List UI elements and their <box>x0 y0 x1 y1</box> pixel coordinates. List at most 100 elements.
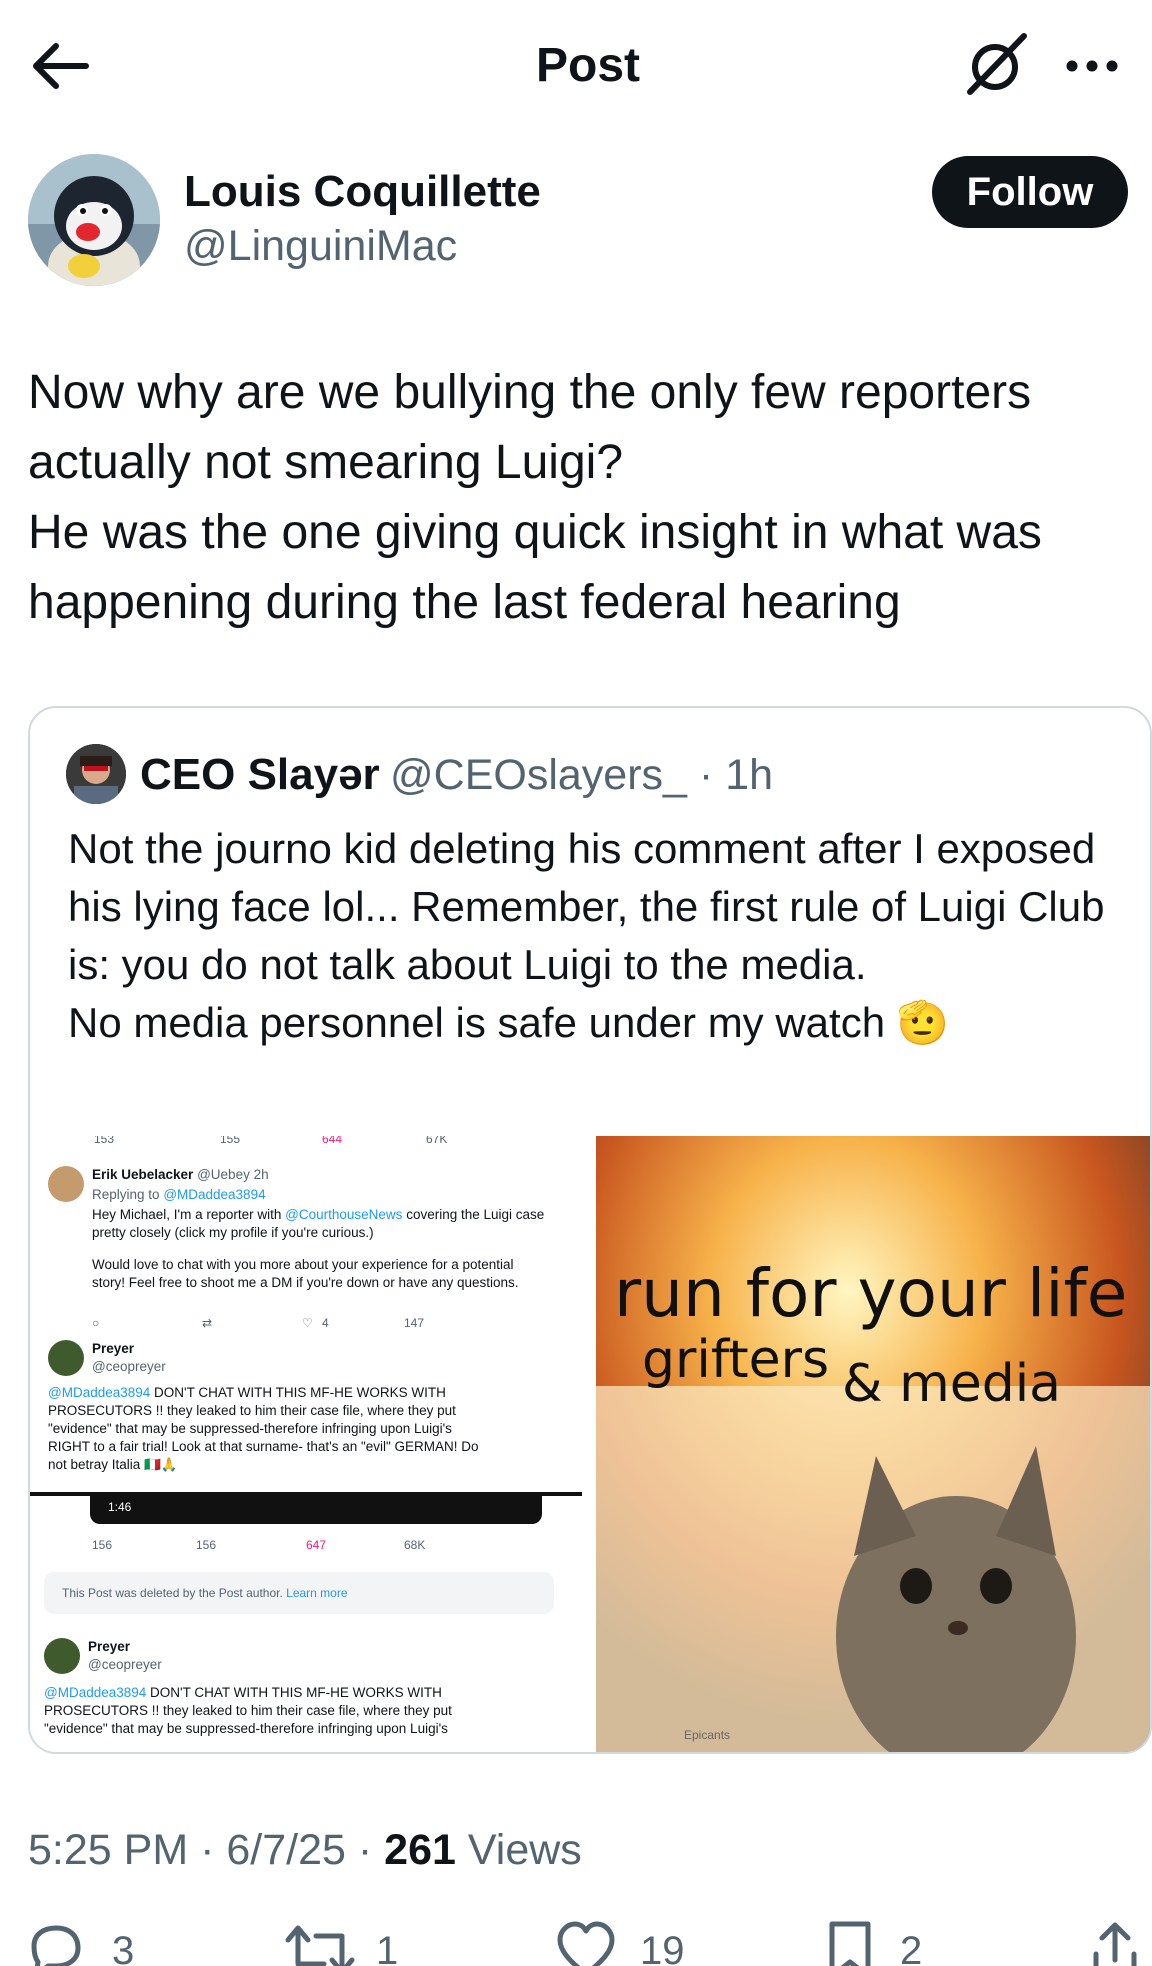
reply-text: Hey Michael, I'm a reporter with <box>92 1207 282 1222</box>
reply-text: PROSECUTORS !! they leaked to him their … <box>48 1403 456 1418</box>
quoted-text-line: No media personnel is safe under my watc… <box>68 999 950 1046</box>
quoted-post-text: Not the journo kid deleting his comment … <box>68 820 1128 1052</box>
heart-icon: ♡ <box>302 1316 313 1330</box>
meme-text: & media <box>842 1354 1062 1414</box>
reply-text: covering the Luigi case <box>406 1207 545 1222</box>
more-horizontal-icon <box>1066 60 1118 72</box>
reply-count: 3 <box>112 1929 135 1966</box>
learn-more-link[interactable]: Learn more <box>286 1586 347 1600</box>
reply-handle: @ceopreyer <box>92 1359 166 1374</box>
like-count: 19 <box>640 1929 685 1966</box>
reply-handle: @Uebey <box>197 1167 250 1182</box>
reply-avatar <box>48 1166 84 1202</box>
post-text: Now why are we bullying the only few rep… <box>28 358 1138 638</box>
author-display-name[interactable]: Louis Coquillette <box>184 166 541 218</box>
post-timestamp[interactable]: 5:25 PM · 6/7/25 · 261 Views <box>28 1822 582 1878</box>
screenshot-reply-2: Preyer @ceopreyer <box>92 1340 582 1376</box>
follow-button[interactable]: Follow <box>932 156 1128 228</box>
stat-views: 147 <box>404 1316 425 1330</box>
reply-avatar <box>48 1340 84 1376</box>
grok-button[interactable] <box>962 30 1032 100</box>
reply-text: story! Feel free to shoot me a DM if you… <box>92 1275 519 1290</box>
repost-icon <box>285 1925 355 1966</box>
more-button[interactable] <box>1062 48 1122 84</box>
repost-count: 1 <box>376 1929 399 1966</box>
post-date: 6/7/25 <box>226 1826 346 1874</box>
reply-name: Erik Uebelacker <box>92 1167 194 1182</box>
post-text-line: Now why are we bullying the only few rep… <box>28 366 1032 489</box>
quoted-avatar-image <box>66 744 126 804</box>
heart-icon <box>557 1921 615 1966</box>
like-button[interactable]: 19 <box>556 1920 696 1966</box>
reply-text: PROSECUTORS !! they leaked to him their … <box>44 1703 452 1718</box>
reply-text: RIGHT to a fair trial! Look at that surn… <box>48 1439 479 1454</box>
penguin-avatar-image <box>28 154 160 286</box>
stat-likes: 644 <box>322 1136 343 1146</box>
reply-name: Preyer <box>92 1341 135 1356</box>
quoted-media[interactable]: 153 155 644 67K Erik Uebelacker @Uebey 2… <box>30 1136 1150 1752</box>
video-player[interactable]: 1:46 <box>90 1496 542 1524</box>
bookmark-icon <box>829 1921 871 1966</box>
reply-avatar <box>44 1638 80 1674</box>
mention-link: @MDaddea3894 <box>48 1385 151 1400</box>
reply-icon: ○ <box>92 1316 100 1330</box>
quoted-author-avatar <box>66 744 126 804</box>
stat-replies: 153 <box>94 1136 115 1146</box>
screenshot-top-stats: 153 155 644 67K <box>30 1136 592 1150</box>
stat-reposts: 155 <box>220 1136 241 1146</box>
reply-button[interactable]: 3 <box>26 1920 166 1966</box>
reply-text: DON'T CHAT WITH THIS MF-HE WORKS WITH <box>154 1385 446 1400</box>
mention-link: @MDaddea3894 <box>44 1685 147 1700</box>
screenshot-reply-2-text: @MDaddea3894 DON'T CHAT WITH THIS MF-HE … <box>48 1384 588 1474</box>
stat-likes: 4 <box>322 1316 329 1330</box>
action-bar: 3 1 19 2 <box>0 1920 1152 1966</box>
reply-1-stats: ○ ⇄ ♡ 4 147 <box>30 1314 592 1334</box>
author-avatar[interactable] <box>28 154 160 286</box>
stat-reposts: 156 <box>196 1538 217 1552</box>
views-label: Views <box>467 1826 582 1874</box>
top-bar: Post <box>0 0 1152 130</box>
bookmark-count: 2 <box>900 1929 923 1966</box>
quoted-author-name: CEO Slayər <box>140 750 380 799</box>
reply-text: pretty closely (click my profile if you'… <box>92 1225 374 1240</box>
deleted-notice-text: This Post was deleted by the Post author… <box>62 1586 283 1600</box>
stat-replies: 156 <box>92 1538 113 1552</box>
reply-text: "evidence" that may be suppressed-theref… <box>48 1421 452 1436</box>
mention-link: @CourthouseNews <box>285 1207 403 1222</box>
screenshot-reply-3: Preyer @ceopreyer <box>88 1638 578 1674</box>
reply-age: 2h <box>253 1167 269 1182</box>
bookmark-button[interactable]: 2 <box>826 1920 966 1966</box>
meme-watermark: Epicants <box>684 1728 731 1742</box>
grok-icon <box>967 33 1027 95</box>
explosion-cat-image <box>596 1136 1150 1752</box>
reply-handle: @ceopreyer <box>88 1657 162 1672</box>
quoted-post-age: 1h <box>725 751 774 799</box>
video-timestamp: 1:46 <box>108 1500 132 1514</box>
quoted-text-line: Not the journo kid deleting his comment … <box>68 825 1105 988</box>
repost-icon: ⇄ <box>202 1316 213 1330</box>
stat-views: 67K <box>426 1136 448 1146</box>
meme-image[interactable]: run for your life grifters & media Epica… <box>596 1136 1150 1752</box>
replying-to-link: @MDaddea3894 <box>163 1187 266 1202</box>
meta-separator: · <box>357 1826 373 1874</box>
quoted-post[interactable]: CEO Slayər @CEOslayers_ · 1h Not the jou… <box>28 706 1152 1754</box>
screenshot-image[interactable]: 153 155 644 67K Erik Uebelacker @Uebey 2… <box>30 1136 592 1752</box>
share-icon <box>1093 1922 1137 1966</box>
reply-icon <box>31 1925 81 1966</box>
quoted-author-handle: @CEOslayers_ <box>390 751 687 799</box>
reply-text: DON'T CHAT WITH THIS MF-HE WORKS WITH <box>150 1685 442 1700</box>
screenshot-reply-1: Erik Uebelacker @Uebey 2h Replying to @M… <box>92 1166 582 1292</box>
reply-text: "evidence" that may be suppressed-theref… <box>44 1721 448 1736</box>
author-handle[interactable]: @LinguiniMac <box>184 220 457 272</box>
reply-text: Would love to chat with you more about y… <box>92 1257 514 1272</box>
share-button[interactable] <box>1090 1920 1150 1966</box>
screenshot-reply-3-text: @MDaddea3894 DON'T CHAT WITH THIS MF-HE … <box>44 1684 584 1738</box>
meme-text: run for your life <box>614 1255 1128 1332</box>
repost-button[interactable]: 1 <box>284 1920 424 1966</box>
stat-likes: 647 <box>306 1538 327 1552</box>
reply-text: not betray Italia 🇮🇹🙏 <box>48 1457 178 1472</box>
meme-text: grifters <box>642 1330 830 1390</box>
meta-separator: · <box>200 1826 215 1874</box>
deleted-post-notice: This Post was deleted by the Post author… <box>44 1572 554 1614</box>
post-time: 5:25 PM <box>28 1826 189 1874</box>
